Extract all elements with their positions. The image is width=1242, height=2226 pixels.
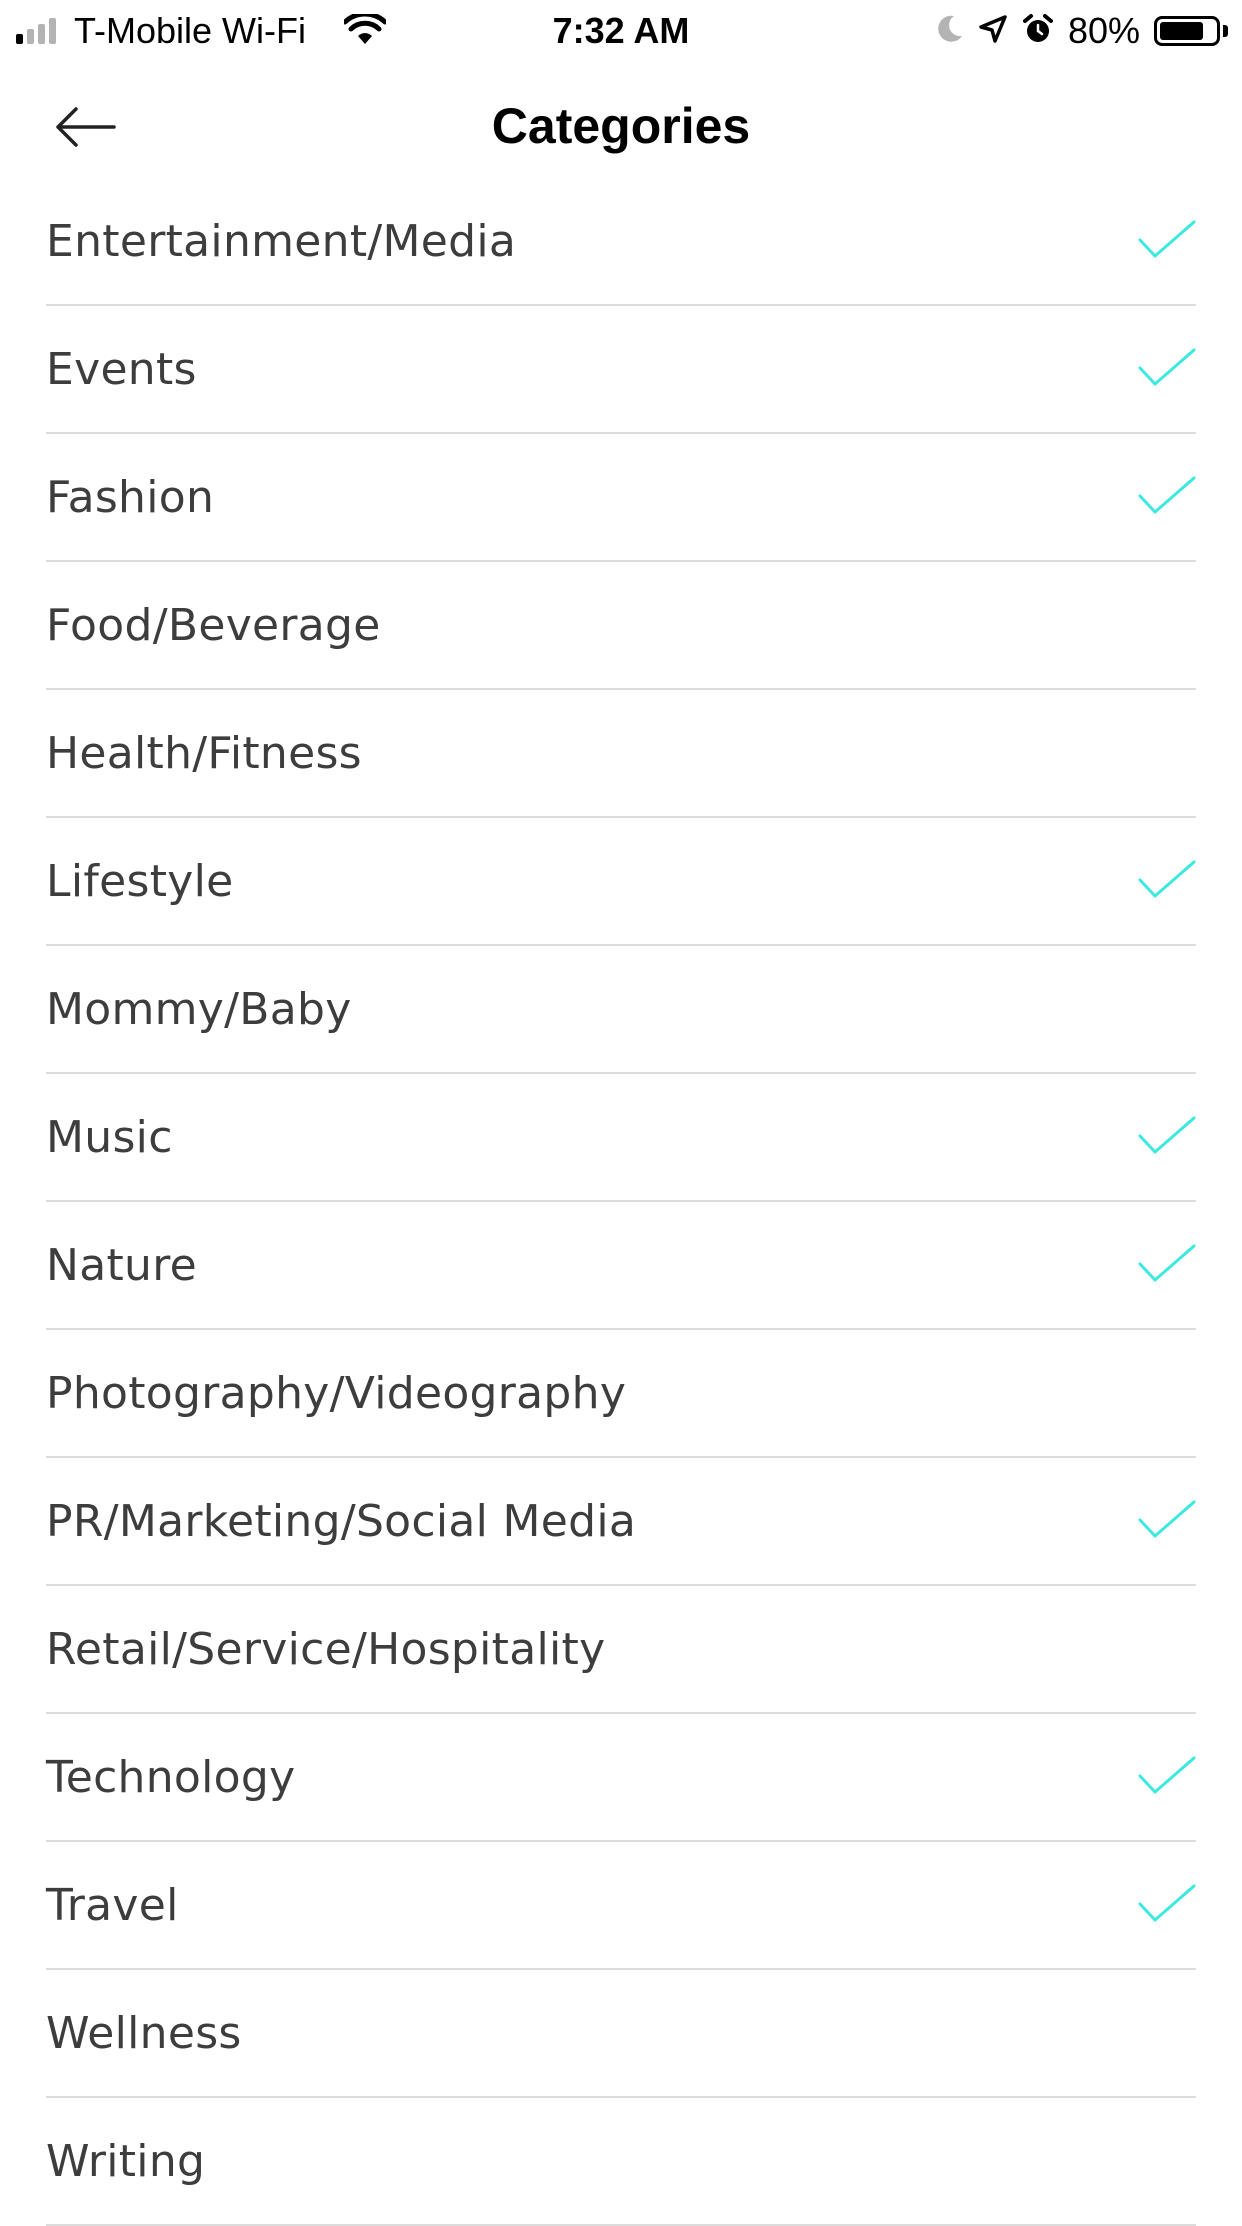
category-list: Entertainment/Media Events Fashion Food/Bev… — [46, 178, 1196, 2226]
category-label: Food/Beverage — [46, 599, 381, 651]
moon-icon — [936, 14, 964, 49]
check-icon — [1138, 1756, 1196, 1794]
category-item[interactable]: PR/Marketing/Social Media — [46, 1458, 1196, 1586]
check-icon — [1138, 1116, 1196, 1154]
category-item[interactable]: Photography/Videography — [46, 1330, 1196, 1458]
alarm-icon — [1022, 13, 1054, 50]
check-icon — [1138, 860, 1196, 898]
category-label: PR/Marketing/Social Media — [46, 1495, 637, 1547]
check-icon — [1138, 348, 1196, 386]
status-bar: T-Mobile Wi-Fi 7:32 AM 80% — [0, 0, 1242, 62]
category-item[interactable]: Nature — [46, 1202, 1196, 1330]
category-label: Writing — [46, 2135, 206, 2187]
check-icon — [1138, 476, 1196, 514]
category-item[interactable]: Entertainment/Media — [46, 178, 1196, 306]
category-label: Lifestyle — [46, 855, 234, 907]
navigation-header: Categories — [0, 62, 1242, 192]
category-item[interactable]: Writing — [46, 2098, 1196, 2226]
category-item[interactable]: Technology — [46, 1714, 1196, 1842]
category-label: Nature — [46, 1239, 198, 1291]
category-label: Music — [46, 1111, 173, 1163]
category-label: Events — [46, 343, 197, 395]
battery-icon — [1154, 16, 1220, 46]
category-label: Travel — [46, 1879, 179, 1931]
check-icon — [1138, 1244, 1196, 1282]
category-label: Wellness — [46, 2007, 242, 2059]
category-item[interactable]: Retail/Service/Hospitality — [46, 1586, 1196, 1714]
category-item[interactable]: Music — [46, 1074, 1196, 1202]
category-item[interactable]: Mommy/Baby — [46, 946, 1196, 1074]
battery-cap — [1223, 25, 1228, 37]
category-label: Retail/Service/Hospitality — [46, 1623, 606, 1675]
check-icon — [1138, 1500, 1196, 1538]
category-item[interactable]: Food/Beverage — [46, 562, 1196, 690]
category-label: Mommy/Baby — [46, 983, 352, 1035]
category-label: Entertainment/Media — [46, 215, 517, 267]
check-icon — [1138, 1884, 1196, 1922]
category-item[interactable]: Lifestyle — [46, 818, 1196, 946]
category-label: Fashion — [46, 471, 215, 523]
category-item[interactable]: Events — [46, 306, 1196, 434]
check-icon — [1138, 220, 1196, 258]
category-label: Photography/Videography — [46, 1367, 627, 1419]
category-item[interactable]: Travel — [46, 1842, 1196, 1970]
battery-percent: 80% — [1067, 10, 1140, 51]
category-label: Health/Fitness — [46, 727, 362, 779]
category-label: Technology — [46, 1751, 296, 1803]
page-title: Categories — [491, 98, 751, 154]
location-arrow-icon — [978, 14, 1008, 49]
category-item[interactable]: Health/Fitness — [46, 690, 1196, 818]
category-item[interactable]: Wellness — [46, 1970, 1196, 2098]
category-item[interactable]: Fashion — [46, 434, 1196, 562]
